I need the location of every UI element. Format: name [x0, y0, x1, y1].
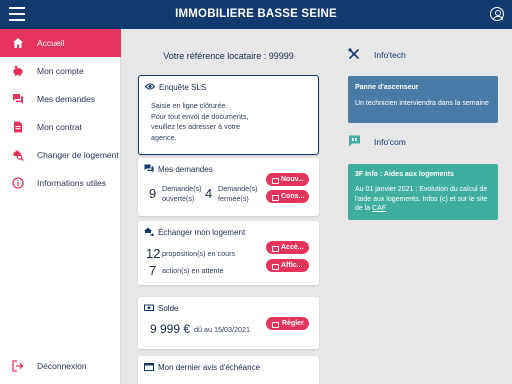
message-line: agence.: [151, 132, 177, 142]
card-title: Enquête SLS: [159, 83, 207, 92]
house-swap-icon: [144, 227, 154, 236]
infotech-card-body: Un technicien interviendra dans la semai…: [355, 100, 489, 107]
closed-requests-count: 4: [205, 186, 213, 201]
label-line: Demande(s): [162, 184, 202, 193]
consult-requests-button[interactable]: Cons...: [266, 190, 309, 203]
label-line: fermée(s): [218, 193, 249, 203]
card-header: Mes demandes: [144, 164, 213, 174]
document-icon: [14, 121, 22, 133]
card-title: Échanger mon logement: [158, 228, 246, 237]
sidebar-item-label: Changer de logement: [37, 150, 119, 160]
card-header: Échanger mon logement: [144, 227, 245, 237]
echanger-logement-card: Échanger mon logement 12 proposition(s) …: [138, 221, 319, 285]
piggy-bank-icon: [13, 65, 23, 76]
label-line: Demande(s): [218, 184, 258, 193]
solde-card: Solde 9 999 € dû au 15/03/2021 Régler: [138, 297, 319, 349]
card-header: Solde: [144, 303, 178, 313]
pending-actions-count: 7: [149, 263, 157, 278]
chat-bubbles-icon: [144, 164, 154, 173]
sidebar: Accueil Mon compte Mes demandes Mon cont…: [0, 29, 121, 384]
message-line: Saisie en ligne clôturée.: [151, 101, 228, 110]
balance-due-date: dû au 15/03/2021: [194, 325, 250, 334]
card-title: Mes demandes: [158, 165, 213, 174]
closed-requests-label: Demande(s) fermée(s): [218, 184, 258, 203]
logout-label: Déconnexion: [37, 361, 87, 371]
app-title: IMMOBILIERE BASSE SEINE: [175, 8, 337, 20]
infocom-label: Info'com: [374, 137, 406, 147]
sidebar-item-label: Mes demandes: [37, 94, 96, 104]
caf-link[interactable]: CAF: [372, 205, 386, 212]
access-exchange-button[interactable]: Accè...: [266, 241, 309, 254]
sidebar-item-accueil[interactable]: Accueil: [0, 29, 121, 57]
infotech-card[interactable]: Panne d'ascenseur Un technicien intervie…: [348, 76, 498, 123]
chat-bubbles-icon: [13, 94, 23, 104]
account-icon[interactable]: [490, 7, 504, 21]
pay-button[interactable]: Régler: [266, 317, 309, 330]
card-header: Enquête SLS: [145, 82, 206, 92]
label-line: ouverte(s): [162, 193, 195, 203]
infotech-label: Info'tech: [374, 50, 406, 60]
enquete-message: Saisie en ligne clôturée. Pour tout envo…: [151, 101, 271, 143]
card-title: Mon dernier avis d'échéance: [158, 363, 261, 372]
pending-actions-label: action(s) en attente: [162, 266, 224, 275]
info-circle-icon: [12, 177, 24, 189]
tenant-reference: Votre référence locataire : 99999: [163, 51, 294, 61]
infotech-card-title: Panne d'ascenseur: [355, 84, 419, 91]
open-requests-label: Demande(s) ouverte(s): [162, 184, 202, 203]
card-header: Mon dernier avis d'échéance: [144, 362, 260, 372]
infocom-card[interactable]: 3F Info : Aides aux logements Au 01 janv…: [348, 164, 498, 220]
home-icon: [13, 38, 23, 48]
mes-demandes-card: Mes demandes 9 Demande(s) ouverte(s) 4 De…: [138, 158, 319, 216]
chat-quote-icon: [349, 135, 360, 147]
message-line: Pour tout envoi de documents,: [151, 111, 249, 121]
sidebar-item-label: Mon compte: [37, 66, 84, 76]
proposals-count: 12: [146, 246, 161, 261]
tools-icon: [348, 48, 360, 60]
house-search-icon: [12, 150, 24, 161]
eye-icon: [145, 83, 155, 90]
infocom-card-body: Au 01 janvier 2021 : Evolution du calcul…: [355, 185, 493, 214]
infocom-card-title: 3F Info : Aides aux logements: [355, 171, 454, 178]
message-line: veuillez les adresser à votre: [151, 122, 241, 131]
sidebar-item-changer-logement[interactable]: Changer de logement: [0, 141, 121, 169]
new-request-button[interactable]: Nouv...: [266, 173, 309, 186]
avis-echeance-card[interactable]: Mon dernier avis d'échéance: [138, 356, 319, 384]
card-title: Solde: [158, 304, 179, 313]
sidebar-item-mes-demandes[interactable]: Mes demandes: [0, 85, 121, 113]
sidebar-item-label: Informations utiles: [37, 178, 106, 188]
money-icon: [144, 304, 154, 311]
sidebar-item-mon-compte[interactable]: Mon compte: [0, 57, 121, 85]
sidebar-item-label: Accueil: [37, 38, 65, 48]
sidebar-item-mon-contrat[interactable]: Mon contrat: [0, 113, 121, 141]
top-app-bar: IMMOBILIERE BASSE SEINE: [0, 0, 512, 29]
balance-amount: 9 999 €: [150, 322, 191, 336]
logout-icon: [12, 360, 24, 372]
logout-button[interactable]: Déconnexion: [0, 355, 121, 377]
display-exchange-button[interactable]: Affic...: [266, 259, 309, 272]
sidebar-item-informations-utiles[interactable]: Informations utiles: [0, 169, 121, 197]
open-requests-count: 9: [149, 186, 157, 201]
enquete-sls-card[interactable]: Enquête SLS Saisie en ligne clôturée. Po…: [138, 75, 319, 155]
proposals-label: proposition(s) en cours: [162, 249, 236, 258]
calendar-icon: [144, 363, 154, 371]
sidebar-item-label: Mon contrat: [37, 122, 82, 132]
